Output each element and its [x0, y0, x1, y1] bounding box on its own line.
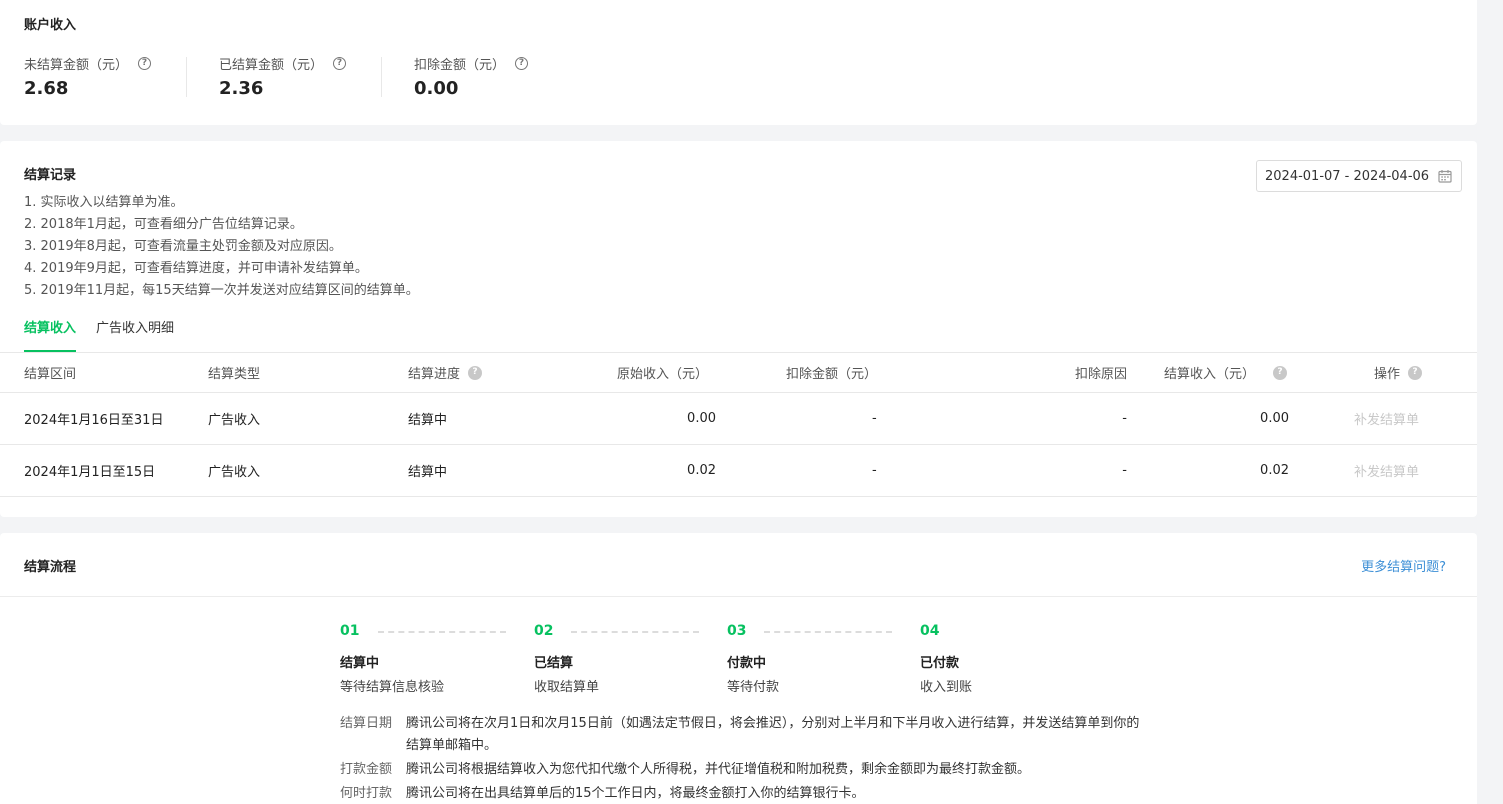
- step-title: 结算中: [340, 656, 380, 671]
- cell-deducted: -: [872, 411, 877, 426]
- settlement-table: 结算区间 结算类型 结算进度 ? 原始收入（元） 扣除金额（元） 扣除原因 结算…: [0, 352, 1477, 497]
- info-label: 结算日期: [340, 716, 393, 731]
- help-icon[interactable]: ?: [138, 57, 152, 70]
- table-row: 2024年1月1日至15日 广告收入 结算中 0.02 - - 0.02 补发结…: [0, 445, 1477, 497]
- help-icon[interactable]: ?: [1408, 365, 1423, 380]
- flow-step: 02 已结算 收取结算单: [534, 623, 599, 695]
- step-desc: 等待结算信息核验: [340, 680, 445, 695]
- reissue-statement-button[interactable]: 补发结算单: [1354, 445, 1419, 496]
- cell-period: 2024年1月1日至15日: [24, 465, 156, 480]
- column-header-income: 结算收入（元） ?: [1164, 353, 1287, 392]
- column-header-progress-label: 结算进度: [408, 367, 461, 382]
- step-title: 已付款: [920, 656, 960, 671]
- cell-income: 0.02: [1260, 463, 1289, 478]
- metric-settled: 已结算金额（元） ? 2.36: [219, 54, 347, 99]
- help-icon[interactable]: ?: [333, 57, 347, 70]
- tab-ad-income-detail[interactable]: 广告收入明细: [96, 317, 174, 352]
- metric-unsettled-label: 未结算金额（元）: [24, 58, 129, 73]
- column-header-reason: 扣除原因: [1074, 367, 1127, 382]
- help-icon[interactable]: ?: [468, 365, 483, 380]
- note-item: 1. 实际收入以结算单为准。: [24, 195, 184, 210]
- help-icon[interactable]: ?: [515, 57, 529, 70]
- divider: [0, 596, 1477, 597]
- help-icon[interactable]: ?: [1273, 365, 1287, 380]
- settlement-info: 结算日期 腾讯公司将在次月1日和次月15日前（如遇法定节假日，将会推迟），分别对…: [340, 713, 1140, 804]
- date-range-value: 2024-01-07 - 2024-04-06: [1265, 168, 1430, 184]
- column-header-type: 结算类型: [208, 367, 261, 382]
- column-header-action: 操作 ?: [1374, 353, 1423, 392]
- settlement-flow-title: 结算流程: [24, 560, 77, 575]
- cell-progress: 结算中: [408, 465, 448, 480]
- step-desc: 收取结算单: [534, 680, 600, 695]
- settlement-records-title: 结算记录: [24, 168, 77, 183]
- account-income-title: 账户收入: [24, 18, 77, 33]
- cell-income: 0.00: [1260, 411, 1289, 426]
- metric-deducted-label: 扣除金额（元）: [414, 58, 506, 73]
- column-header-original: 原始收入（元）: [616, 367, 708, 382]
- metric-settled-value: 2.36: [219, 78, 264, 99]
- info-text: 腾讯公司将在次月1日和次月15日前（如遇法定节假日，将会推迟），分别对上半月和下…: [406, 716, 1140, 753]
- metric-deducted-value: 0.00: [414, 78, 459, 99]
- info-text: 腾讯公司将根据结算收入为您代扣代缴个人所得税，并代征增值税和附加税费，剩余金额即…: [406, 762, 1031, 777]
- cell-original: 0.00: [687, 411, 716, 426]
- metric-divider: [186, 57, 187, 97]
- settlement-flow-card: 结算流程 更多结算问题? 01 结算中 等待结算信息核验 02 已结算 收取结算…: [0, 533, 1477, 804]
- step-desc: 等待付款: [727, 680, 780, 695]
- step-title: 已结算: [534, 656, 574, 671]
- table-row: 2024年1月16日至31日 广告收入 结算中 0.00 - - 0.00 补发…: [0, 393, 1477, 445]
- cell-original: 0.02: [687, 463, 716, 478]
- note-item: 4. 2019年9月起，可查看结算进度，并可申请补发结算单。: [24, 261, 368, 276]
- cell-deducted: -: [872, 463, 877, 478]
- note-item: 5. 2019年11月起，每15天结算一次并发送对应结算区间的结算单。: [24, 283, 419, 298]
- step-desc: 收入到账: [920, 680, 973, 695]
- flow-step: 03 付款中 等待付款: [727, 623, 779, 695]
- table-header-row: 结算区间 结算类型 结算进度 ? 原始收入（元） 扣除金额（元） 扣除原因 结算…: [0, 353, 1477, 393]
- settlement-notes: 1. 实际收入以结算单为准。 2. 2018年1月起，可查看细分广告位结算记录。…: [24, 192, 419, 302]
- cell-type: 广告收入: [208, 465, 261, 480]
- metric-unsettled: 未结算金额（元） ? 2.68: [24, 54, 152, 99]
- flow-step: 04 已付款 收入到账: [920, 623, 972, 695]
- calendar-icon: [1438, 170, 1452, 183]
- step-connector: [764, 631, 892, 633]
- column-header-deducted: 扣除金额（元）: [786, 367, 878, 382]
- tab-settlement-income[interactable]: 结算收入: [24, 317, 77, 352]
- step-connector: [378, 631, 506, 633]
- note-item: 2. 2018年1月起，可查看细分广告位结算记录。: [24, 217, 303, 232]
- info-label: 何时打款: [340, 786, 393, 801]
- column-header-period: 结算区间: [24, 367, 77, 382]
- info-row: 打款金额 腾讯公司将根据结算收入为您代扣代缴个人所得税，并代征增值税和附加税费，…: [340, 759, 1140, 781]
- metric-deducted: 扣除金额（元） ? 0.00: [414, 54, 529, 99]
- cell-type: 广告收入: [208, 413, 261, 428]
- metric-unsettled-value: 2.68: [24, 78, 69, 99]
- step-connector: [571, 631, 699, 633]
- flow-step: 01 结算中 等待结算信息核验: [340, 623, 444, 695]
- records-tabs: 结算收入 广告收入明细: [24, 317, 194, 352]
- metric-settled-label: 已结算金额（元）: [219, 58, 324, 73]
- cell-period: 2024年1月16日至31日: [24, 413, 164, 428]
- account-income-card: 账户收入 未结算金额（元） ? 2.68 已结算金额（元） ? 2.36 扣除金…: [0, 0, 1477, 125]
- info-row: 结算日期 腾讯公司将在次月1日和次月15日前（如遇法定节假日，将会推迟），分别对…: [340, 713, 1140, 757]
- column-header-action-label: 操作: [1374, 367, 1401, 382]
- step-title: 付款中: [727, 656, 767, 671]
- column-header-income-label: 结算收入（元）: [1163, 367, 1255, 382]
- date-range-picker[interactable]: 2024-01-07 - 2024-04-06: [1256, 160, 1462, 192]
- cell-progress: 结算中: [408, 413, 448, 428]
- reissue-statement-button[interactable]: 补发结算单: [1354, 393, 1419, 444]
- cell-reason: -: [1122, 463, 1127, 478]
- info-label: 打款金额: [340, 762, 393, 777]
- cell-reason: -: [1122, 411, 1127, 426]
- metric-divider: [381, 57, 382, 97]
- info-text: 腾讯公司将在出具结算单后的15个工作日内，将最终金额打入你的结算银行卡。: [406, 786, 865, 801]
- column-header-progress: 结算进度 ?: [408, 353, 483, 392]
- info-row: 何时打款 腾讯公司将在出具结算单后的15个工作日内，将最终金额打入你的结算银行卡…: [340, 783, 1140, 804]
- step-number: 04: [920, 623, 940, 639]
- more-settlement-questions-link[interactable]: 更多结算问题?: [1361, 556, 1446, 575]
- settlement-records-card: 结算记录 2024-01-07 - 2024-04-06 1. 实际收入以结算单…: [0, 141, 1477, 517]
- note-item: 3. 2019年8月起，可查看流量主处罚金额及对应原因。: [24, 239, 342, 254]
